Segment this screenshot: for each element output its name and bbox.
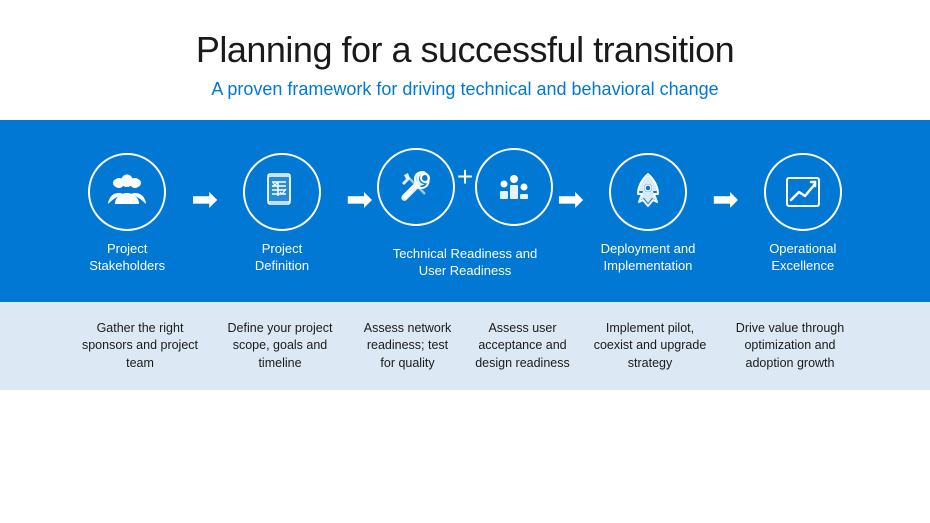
arrow-2: ➡ (342, 183, 377, 245)
step-circle-deployment (609, 153, 687, 231)
step-circle-definition (243, 153, 321, 231)
desc-stakeholders: Gather the right sponsors and project te… (70, 320, 210, 373)
step-circle-technical (377, 148, 455, 226)
desc-user: Assess user acceptance and design readin… (465, 320, 580, 373)
step-circle-user (475, 148, 553, 226)
step-label-definition: ProjectDefinition (255, 241, 309, 275)
step-circle-operational (764, 153, 842, 231)
step-label-readiness: Technical Readiness andUser Readiness (385, 246, 545, 280)
step-label-operational: OperationalExcellence (769, 241, 836, 275)
chart-icon (781, 170, 825, 214)
step-label-stakeholders: ProjectStakeholders (89, 241, 165, 275)
main-title: Planning for a successful transition (20, 28, 910, 71)
desc-technical: Assess network readiness; test for quali… (350, 320, 465, 373)
header-section: Planning for a successful transition A p… (0, 0, 930, 120)
arrow-4: ➡ (708, 183, 743, 245)
podium-icon (492, 165, 536, 209)
step-operational: OperationalExcellence (743, 153, 863, 275)
rocket-icon (626, 170, 670, 214)
step-label-deployment: Deployment andImplementation (601, 241, 696, 275)
light-section: Gather the right sponsors and project te… (0, 302, 930, 391)
step-technical-readiness (377, 148, 455, 236)
step-deployment: Deployment andImplementation (588, 153, 708, 275)
desc-definition: Define your project scope, goals and tim… (210, 320, 350, 373)
arrow-3: ➡ (553, 183, 588, 245)
blue-section: ProjectStakeholders ➡ (0, 120, 930, 302)
desc-row: Gather the right sponsors and project te… (10, 320, 920, 373)
plus-sign: + (457, 161, 473, 223)
desc-operational: Drive value through optimization and ado… (720, 320, 860, 373)
document-icon (260, 170, 304, 214)
step-circle-stakeholders (88, 153, 166, 231)
subtitle: A proven framework for driving technical… (20, 79, 910, 100)
people-icon (105, 170, 149, 214)
step-user-readiness (475, 148, 553, 236)
step-project-stakeholders: ProjectStakeholders (67, 153, 187, 275)
desc-deployment: Implement pilot, coexist and upgrade str… (580, 320, 720, 373)
steps-row: ProjectStakeholders ➡ (20, 148, 910, 280)
step-readiness-group: + (377, 148, 553, 236)
arrow-1: ➡ (187, 183, 222, 245)
step-project-definition: ProjectDefinition (222, 153, 342, 275)
wrench-icon (394, 165, 438, 209)
